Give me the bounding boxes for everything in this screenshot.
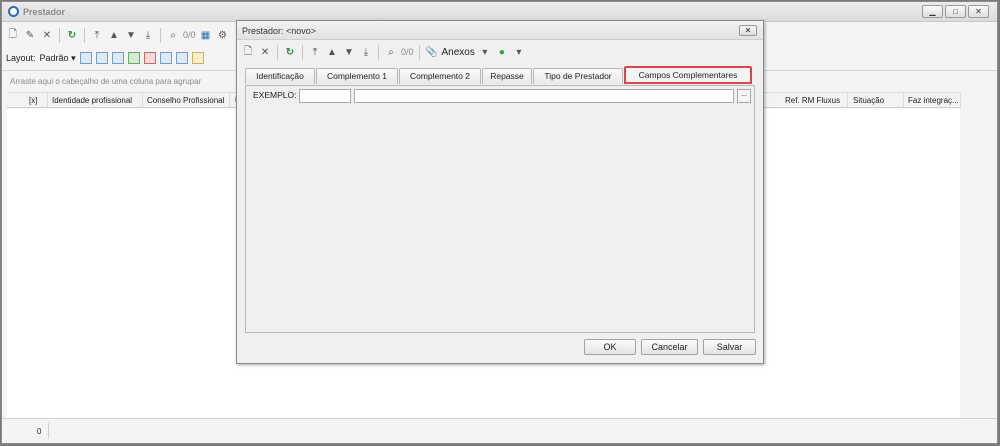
- layout-label: Layout:: [6, 53, 36, 63]
- dialog-close-button[interactable]: ✕: [739, 25, 757, 36]
- layout-columns-icon[interactable]: [111, 52, 124, 64]
- globe-icon[interactable]: ●: [495, 45, 509, 59]
- tab-complemento-2[interactable]: Complemento 2: [399, 68, 481, 84]
- tab-tipo-de-prestador[interactable]: Tipo de Prestador: [533, 68, 623, 84]
- prestador-dialog: Prestador: <novo> ✕ 🗋 ✕ ↻ ⤒ ▲ ▼ ⤓ ⌕ 0/0 …: [236, 20, 764, 364]
- record-counter: 0/0: [183, 30, 196, 40]
- new-icon[interactable]: 🗋: [6, 28, 20, 42]
- next-record-icon[interactable]: ▼: [124, 28, 138, 42]
- column-divider[interactable]: [229, 93, 230, 108]
- campos-complementares-panel: EXEMPLO: ...: [245, 85, 755, 333]
- minimize-button[interactable]: ▁: [922, 5, 943, 18]
- dialog-record-counter: 0/0: [401, 47, 414, 57]
- import-icon[interactable]: [143, 52, 156, 64]
- column-header-conselho[interactable]: Conselho Profissional: [147, 96, 224, 105]
- export-icon[interactable]: [127, 52, 140, 64]
- column-header-ref-rm-fluxus[interactable]: Ref. RM Fluxus: [785, 96, 840, 105]
- window-title: Prestador: [23, 7, 66, 17]
- toolbar-divider: [302, 44, 303, 60]
- layout-save-icon[interactable]: [79, 52, 92, 64]
- previous-record-icon[interactable]: ▲: [107, 28, 121, 42]
- layout-dropdown[interactable]: Padrão ▾: [40, 53, 76, 64]
- tab-campos-complementares[interactable]: Campos Complementares: [624, 66, 752, 84]
- exemplo-lookup-button[interactable]: ...: [737, 89, 751, 103]
- exemplo-description-field[interactable]: [354, 89, 734, 103]
- delete-icon[interactable]: ✕: [258, 45, 272, 59]
- toolbar-divider: [378, 44, 379, 60]
- main-title-bar: Prestador ▁ □ ✕: [2, 2, 997, 22]
- tab-repasse[interactable]: Repasse: [482, 68, 532, 84]
- next-record-icon[interactable]: ▼: [342, 45, 356, 59]
- column-header-faz-integracao[interactable]: Faz integraç...: [908, 96, 959, 105]
- main-toolbar: 🗋 ✎ ✕ ↻ ⤒ ▲ ▼ ⤓ ⌕ 0/0 ▦ ⚙: [6, 25, 230, 45]
- status-bar: 0: [2, 418, 997, 443]
- search-icon[interactable]: ⌕: [384, 45, 398, 59]
- column-divider[interactable]: [142, 93, 143, 108]
- last-record-icon[interactable]: ⤓: [141, 28, 155, 42]
- exemplo-code-field[interactable]: [299, 89, 351, 103]
- group-by-hint[interactable]: Arraste aqui o cabeçalho de uma coluna p…: [10, 77, 201, 86]
- toolbar-divider: [418, 44, 420, 60]
- dialog-toolbar: 🗋 ✕ ↻ ⤒ ▲ ▼ ⤓ ⌕ 0/0 📎 Anexos ▾ ● ▾: [241, 42, 526, 62]
- refresh-icon[interactable]: ↻: [283, 45, 297, 59]
- calendar-icon[interactable]: ▦: [199, 28, 213, 42]
- status-divider: [48, 423, 49, 439]
- toolbar-divider: [59, 27, 60, 43]
- search-icon[interactable]: ⌕: [166, 28, 180, 42]
- maximize-button[interactable]: □: [945, 5, 966, 18]
- filter-icon[interactable]: [159, 52, 172, 64]
- dialog-title-bar: Prestador: <novo> ✕: [237, 21, 763, 40]
- attachments-button[interactable]: Anexos: [442, 47, 475, 58]
- column-header-situacao[interactable]: Situação: [853, 96, 884, 105]
- ok-button[interactable]: OK: [584, 339, 636, 355]
- column-divider[interactable]: [847, 93, 848, 108]
- chevron-down-icon[interactable]: ▾: [478, 45, 492, 59]
- first-record-icon[interactable]: ⤒: [308, 45, 322, 59]
- delete-icon[interactable]: ✕: [40, 28, 54, 42]
- column-divider[interactable]: [960, 93, 961, 108]
- tab-complemento-1[interactable]: Complemento 1: [316, 68, 398, 84]
- dialog-tabs: Identificação Complemento 1 Complemento …: [245, 66, 753, 85]
- app-logo-icon: [8, 6, 19, 17]
- refresh-icon[interactable]: ↻: [65, 28, 79, 42]
- save-button[interactable]: Salvar: [703, 339, 756, 355]
- column-header-identidade[interactable]: Identidade profissional: [52, 96, 132, 105]
- toolbar-divider: [160, 27, 161, 43]
- dialog-title: Prestador: <novo>: [242, 26, 317, 36]
- column-divider[interactable]: [903, 93, 904, 108]
- plugin-icon[interactable]: ⚙: [216, 28, 230, 42]
- column-header-select[interactable]: [x]: [29, 96, 37, 105]
- layout-copy-icon[interactable]: [95, 52, 108, 64]
- exemplo-label: EXEMPLO:: [253, 90, 297, 100]
- previous-record-icon[interactable]: ▲: [325, 45, 339, 59]
- layout-toolbar: Layout: Padrão ▾: [6, 48, 204, 68]
- new-icon[interactable]: 🗋: [241, 45, 255, 59]
- highlight-icon[interactable]: [191, 52, 204, 64]
- edit-icon[interactable]: ✎: [23, 28, 37, 42]
- toolbar-divider: [277, 44, 278, 60]
- sort-icon[interactable]: [175, 52, 188, 64]
- layout-name: Padrão: [39, 52, 69, 63]
- tab-identificacao[interactable]: Identificação: [245, 68, 315, 84]
- column-divider[interactable]: [47, 93, 48, 108]
- first-record-icon[interactable]: ⤒: [90, 28, 104, 42]
- close-button[interactable]: ✕: [968, 5, 989, 18]
- toolbar-divider: [84, 27, 85, 43]
- last-record-icon[interactable]: ⤓: [359, 45, 373, 59]
- chevron-down-icon[interactable]: ▾: [512, 45, 526, 59]
- record-count: 0: [37, 427, 42, 436]
- attachment-icon[interactable]: 📎: [425, 45, 439, 59]
- cancel-button[interactable]: Cancelar: [641, 339, 698, 355]
